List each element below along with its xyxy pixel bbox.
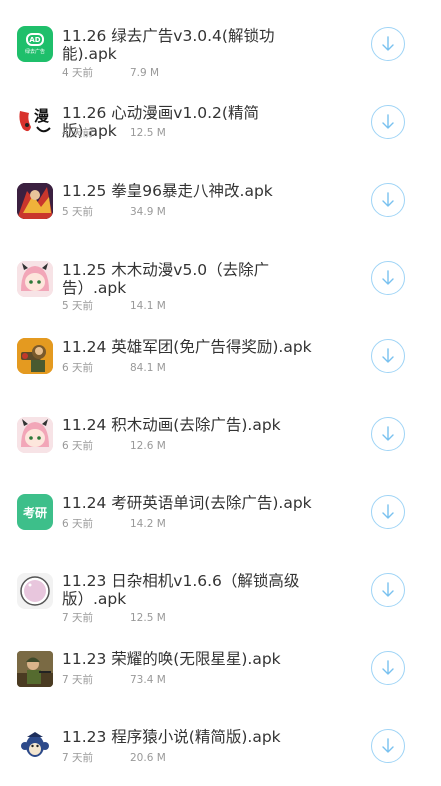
icon-text: AD <box>29 35 41 44</box>
file-date: 5 天前 <box>62 300 94 312</box>
kof-icon <box>17 183 53 219</box>
file-title[interactable]: 11.25 拳皇96暴走八神改.apk <box>62 182 312 200</box>
file-meta: 7 天前 73.4 M <box>62 672 166 687</box>
file-size: 34.9 M <box>130 206 166 218</box>
list-item[interactable]: 11.23 荣耀的唤(无限星星).apk 7 天前 73.4 M <box>0 627 441 705</box>
file-title[interactable]: 11.24 积木动画(去除广告).apk <box>62 416 312 434</box>
download-button[interactable] <box>371 261 405 295</box>
monkey-icon <box>17 729 53 765</box>
kaoyan-icon: 考研 <box>17 494 53 530</box>
list-item[interactable]: 11.25 拳皇96暴走八神改.apk 5 天前 34.9 M <box>0 159 441 237</box>
file-title[interactable]: 11.24 考研英语单词(去除广告).apk <box>62 494 312 512</box>
download-arrow-icon <box>382 270 394 285</box>
download-arrow-icon <box>382 660 394 675</box>
download-arrow-icon <box>382 348 394 363</box>
download-button[interactable] <box>371 495 405 529</box>
file-meta: 6 天前 14.2 M <box>62 516 166 531</box>
file-list: AD 绿去广告 11.26 绿去广告v3.0.4(解锁功能).apk 4 天前 7… <box>0 0 441 786</box>
list-item[interactable]: 考研 11.24 考研英语单词(去除广告).apk 6 天前 14.2 M <box>0 471 441 549</box>
file-size: 12.5 M <box>130 127 166 139</box>
manga-icon: 漫 <box>17 101 53 137</box>
file-size: 12.6 M <box>130 440 166 452</box>
file-meta: 6 天前 12.6 M <box>62 438 166 453</box>
file-title[interactable]: 11.23 荣耀的唤(无限星星).apk <box>62 650 312 668</box>
file-size: 20.6 M <box>130 752 166 764</box>
file-date: 6 天前 <box>62 440 94 452</box>
file-date: 5 天前 <box>62 206 94 218</box>
download-button[interactable] <box>371 105 405 139</box>
icon-subtext: 绿去广告 <box>24 49 45 55</box>
hero-legion-icon <box>17 338 53 374</box>
download-button[interactable] <box>371 651 405 685</box>
file-title[interactable]: 11.26 绿去广告v3.0.4(解锁功能).apk <box>62 27 312 63</box>
file-date: 4 天前 <box>62 67 94 79</box>
file-date: 7 天前 <box>62 752 94 764</box>
camera-lens-icon <box>17 573 53 609</box>
download-button[interactable] <box>371 417 405 451</box>
list-item[interactable]: 11.23 程序猿小说(精简版).apk 7 天前 20.6 M <box>0 705 441 783</box>
download-button[interactable] <box>371 573 405 607</box>
list-item[interactable]: 11.25 木木动漫v5.0（去除广告）.apk 5 天前 14.1 M <box>0 237 441 315</box>
soldier-game-icon <box>17 651 53 687</box>
list-item[interactable]: AD 绿去广告 11.26 绿去广告v3.0.4(解锁功能).apk 4 天前 7… <box>0 3 441 81</box>
download-arrow-icon <box>382 738 394 753</box>
file-meta: 7 天前 20.6 M <box>62 750 166 765</box>
download-arrow-icon <box>382 426 394 441</box>
download-button[interactable] <box>371 27 405 61</box>
file-meta: 5 天前 34.9 M <box>62 204 166 219</box>
anime-girl-icon <box>17 261 53 297</box>
file-size: 73.4 M <box>130 674 166 686</box>
file-size: 14.2 M <box>130 518 166 530</box>
download-button[interactable] <box>371 183 405 217</box>
file-date: 7 天前 <box>62 612 94 624</box>
file-meta: 4 天前 12.5 M <box>62 125 166 140</box>
file-date: 7 天前 <box>62 674 94 686</box>
list-item[interactable]: 漫 11.26 心动漫画v1.0.2(精简版).apk 4 天前 12.5 M <box>0 81 441 159</box>
file-meta: 4 天前 7.9 M <box>62 65 159 80</box>
download-arrow-icon <box>382 582 394 597</box>
download-button[interactable] <box>371 729 405 763</box>
file-date: 6 天前 <box>62 518 94 530</box>
file-size: 12.5 M <box>130 612 166 624</box>
download-button[interactable] <box>371 339 405 373</box>
file-title[interactable]: 11.24 英雄军团(免广告得奖励).apk <box>62 338 312 356</box>
icon-text: 漫 <box>34 107 50 125</box>
file-meta: 7 天前 12.5 M <box>62 610 166 625</box>
file-size: 7.9 M <box>130 67 160 79</box>
file-title[interactable]: 11.23 日杂相机v1.6.6（解锁高级版）.apk <box>62 572 312 608</box>
file-meta: 5 天前 14.1 M <box>62 298 166 313</box>
file-title[interactable]: 11.23 程序猿小说(精简版).apk <box>62 728 312 746</box>
anime-girl-icon <box>17 417 53 453</box>
file-title[interactable]: 11.25 木木动漫v5.0（去除广告）.apk <box>62 261 312 297</box>
download-arrow-icon <box>382 114 394 129</box>
download-arrow-icon <box>382 36 394 51</box>
file-size: 14.1 M <box>130 300 166 312</box>
download-arrow-icon <box>382 192 394 207</box>
green-ad-icon: AD 绿去广告 <box>17 26 53 62</box>
list-item[interactable]: 11.24 积木动画(去除广告).apk 6 天前 12.6 M <box>0 393 441 471</box>
file-date: 4 天前 <box>62 127 94 139</box>
list-item[interactable]: 11.23 日杂相机v1.6.6（解锁高级版）.apk 7 天前 12.5 M <box>0 549 441 627</box>
file-size: 84.1 M <box>130 362 166 374</box>
file-meta: 6 天前 84.1 M <box>62 360 166 375</box>
download-arrow-icon <box>382 504 394 519</box>
list-item[interactable]: 11.24 英雄军团(免广告得奖励).apk 6 天前 84.1 M <box>0 315 441 393</box>
file-date: 6 天前 <box>62 362 94 374</box>
icon-text: 考研 <box>22 505 47 520</box>
